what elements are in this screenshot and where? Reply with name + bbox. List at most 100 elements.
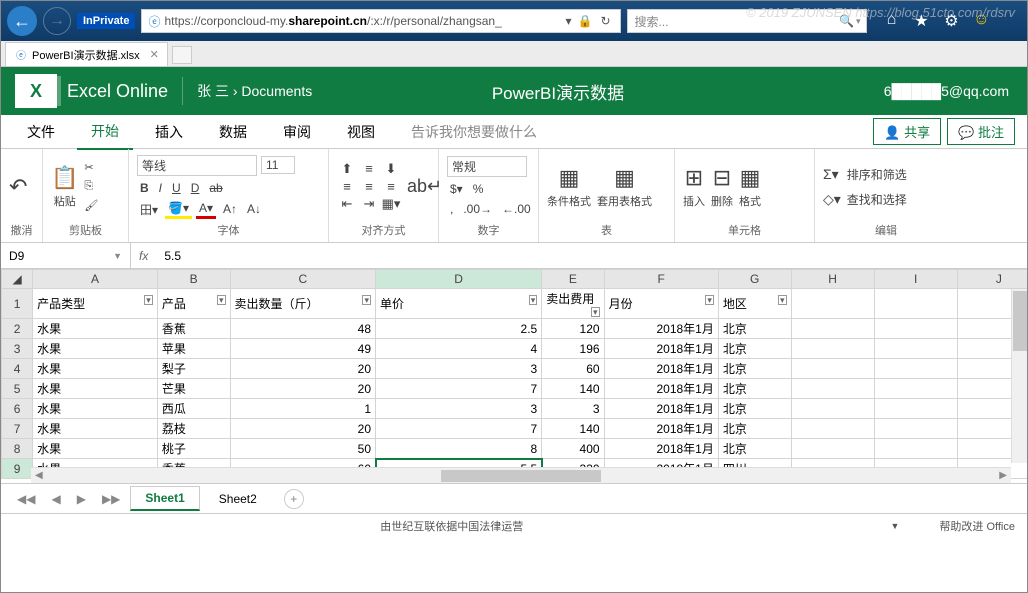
strikethrough-button[interactable]: ab [206,180,225,196]
filter-icon[interactable]: ▾ [362,295,371,305]
font-size-select[interactable]: 11 [261,156,295,174]
number-format-select[interactable]: 常规 [447,156,527,177]
tab-view[interactable]: 视图 [333,115,389,149]
col-header-B[interactable]: B [157,270,230,289]
sheet-tab-1[interactable]: Sheet1 [130,486,199,511]
sheet-tab-2[interactable]: Sheet2 [204,487,272,511]
status-dropdown-icon[interactable]: ▼ [890,521,899,531]
sheet-nav-first[interactable]: ◀◀ [11,492,41,506]
col-header-I[interactable]: I [874,270,957,289]
merge-button[interactable]: ▦▾ [381,196,401,212]
align-top-button[interactable]: ⬆ [337,161,357,177]
dropdown-icon[interactable]: ▾ [560,14,578,28]
italic-button[interactable]: I [156,180,165,196]
tab-review[interactable]: 审阅 [269,115,325,149]
decrease-font-button[interactable]: A↓ [244,201,264,217]
format-cells-button[interactable]: ▦格式 [739,165,761,209]
autosum-button[interactable]: Σ▾ [823,166,841,183]
bold-button[interactable]: B [137,180,152,196]
align-middle-button[interactable]: ≡ [359,161,379,177]
filter-icon[interactable]: ▾ [217,295,226,305]
filter-icon[interactable]: ▾ [705,295,714,305]
sort-filter-button[interactable]: 排序和筛选 [847,166,907,183]
increase-font-button[interactable]: A↑ [220,201,240,217]
underline-button[interactable]: U [169,180,184,196]
col-header-H[interactable]: H [791,270,874,289]
forward-button[interactable]: → [43,7,71,35]
font-color-button[interactable]: A▾ [196,200,216,219]
filter-icon[interactable]: ▾ [778,295,787,305]
col-header-J[interactable]: J [957,270,1027,289]
new-tab-button[interactable] [172,46,192,64]
table-row[interactable]: 7 水果荔枝20 7 1402018年1月北京 [2,419,1028,439]
sheet-nav-last[interactable]: ▶▶ [96,492,126,506]
help-improve-link[interactable]: 帮助改进 Office [939,518,1015,534]
col-header-D[interactable]: D [376,270,542,289]
col-header-G[interactable]: G [718,270,791,289]
increase-decimal-button[interactable]: .00→ [460,201,495,217]
decrease-indent-button[interactable]: ⇤ [337,196,357,212]
refresh-icon[interactable]: ↻ [596,14,614,28]
tab-file[interactable]: 文件 [13,115,69,149]
align-right-button[interactable]: ≡ [381,179,401,194]
cell-reference-box[interactable]: D9▼ [1,243,131,268]
table-row[interactable]: 6 水果西瓜1 3 32018年1月北京 [2,399,1028,419]
user-email[interactable]: 6█████5@qq.com [884,83,1009,99]
table-row[interactable]: 5 水果芒果20 7 1402018年1月北京 [2,379,1028,399]
comma-button[interactable]: , [447,201,456,217]
vertical-scrollbar[interactable] [1011,289,1027,463]
spreadsheet-grid[interactable]: ◢ A B C D E F G H I J 1 产品类型▾ 产品▾ 卖出数量（斤… [1,269,1027,479]
filter-icon[interactable]: ▾ [144,295,153,305]
header-row[interactable]: 1 产品类型▾ 产品▾ 卖出数量（斤）▾ 单价▾ 卖出费用▾ 月份▾ 地区▾ [2,289,1028,319]
address-bar[interactable]: ⓔ https://corponcloud-my.sharepoint.cn/:… [141,9,621,33]
currency-button[interactable]: $▾ [447,181,466,197]
table-row[interactable]: 3 水果苹果49 4 1962018年1月北京 [2,339,1028,359]
delete-cells-button[interactable]: ⊟删除 [711,165,733,209]
insert-cells-button[interactable]: ⊞插入 [683,165,705,209]
copy-icon[interactable]: ⎘ [84,180,98,193]
conditional-format-button[interactable]: ▦条件格式 [547,165,591,209]
align-left-button[interactable]: ≡ [337,179,357,194]
col-header-F[interactable]: F [604,270,718,289]
add-sheet-button[interactable]: + [284,489,304,509]
percent-button[interactable]: % [470,181,487,197]
cut-icon[interactable]: ✂ [84,161,98,174]
align-bottom-button[interactable]: ⬇ [381,161,401,177]
sheet-nav-next[interactable]: ▶ [71,492,92,506]
browser-tab[interactable]: ⓔ PowerBI演示数据.xlsx ✕ [5,42,168,66]
close-tab-icon[interactable]: ✕ [150,48,159,61]
increase-indent-button[interactable]: ⇥ [359,196,379,212]
horizontal-scrollbar[interactable]: ◀▶ [31,467,1011,483]
decrease-decimal-button[interactable]: ←.00 [499,201,534,217]
share-button[interactable]: 👤 共享 [873,118,941,145]
table-row[interactable]: 4 水果梨子20 3 602018年1月北京 [2,359,1028,379]
breadcrumb-user[interactable]: 张 三 [197,83,229,99]
formula-value[interactable]: 5.5 [156,249,189,263]
tab-data[interactable]: 数据 [205,115,261,149]
format-painter-icon[interactable]: 🖌 [84,199,98,212]
table-row[interactable]: 2 水果香蕉48 2.5 1202018年1月北京 [2,319,1028,339]
fill-color-button[interactable]: 🪣▾ [165,200,192,219]
comments-button[interactable]: 💬 批注 [947,118,1015,145]
clear-button[interactable]: ◇▾ [823,191,841,208]
double-underline-button[interactable]: D [188,180,203,196]
tab-home[interactable]: 开始 [77,114,133,150]
filter-icon[interactable]: ▾ [529,295,538,305]
filter-icon[interactable]: ▾ [591,307,600,317]
breadcrumb[interactable]: 张 三 › Documents [197,81,312,101]
col-header-E[interactable]: E [542,270,604,289]
tab-insert[interactable]: 插入 [141,115,197,149]
table-format-button[interactable]: ▦套用表格式 [597,165,652,209]
tell-me-input[interactable]: 告诉我你想要做什么 [397,115,551,149]
fx-icon[interactable]: fx [131,249,156,263]
font-name-select[interactable]: 等线 [137,155,257,176]
paste-button[interactable]: 📋粘贴 [51,165,78,209]
col-header-A[interactable]: A [33,270,158,289]
table-row[interactable]: 8 水果桃子50 8 4002018年1月北京 [2,439,1028,459]
col-header-C[interactable]: C [230,270,375,289]
undo-button[interactable]: ↶ [9,174,27,200]
find-select-button[interactable]: 查找和选择 [847,191,907,208]
breadcrumb-folder[interactable]: Documents [241,83,312,99]
back-button[interactable]: ← [7,6,37,36]
border-button[interactable]: 田▾ [137,200,161,219]
